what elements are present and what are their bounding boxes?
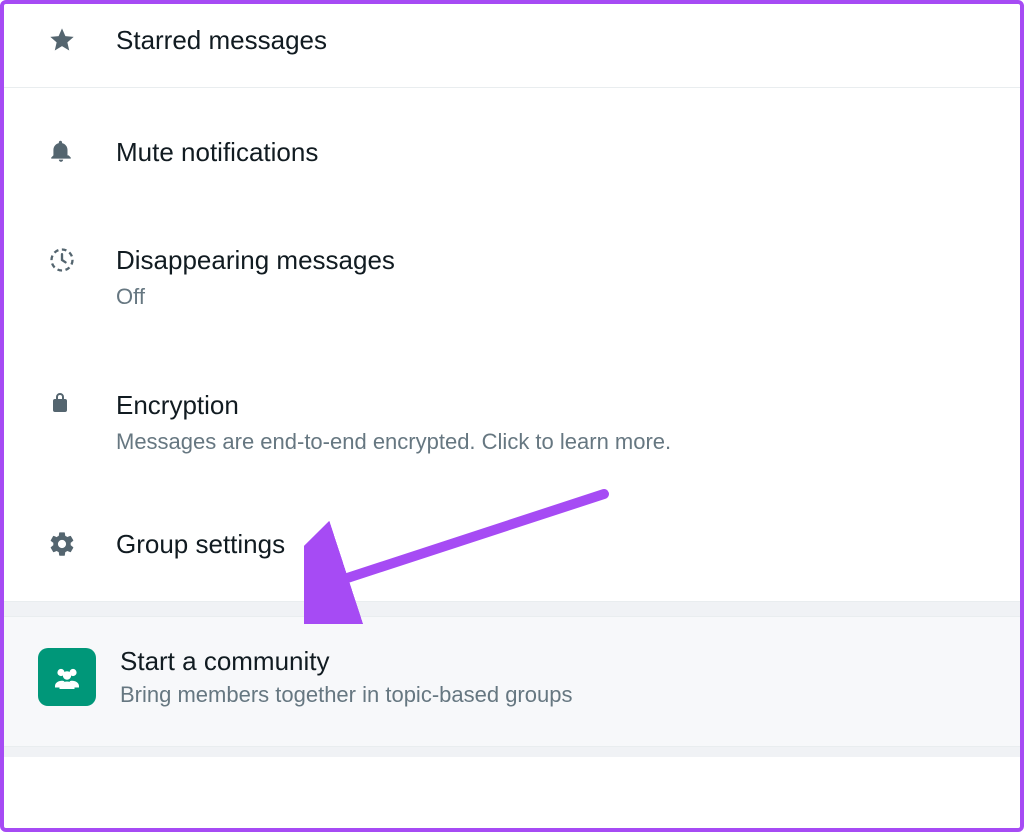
settings-panel: Starred messages Mute notifications Disa… xyxy=(0,0,1024,832)
gear-icon xyxy=(48,528,116,558)
disappearing-messages-value: Off xyxy=(116,283,990,312)
group-settings-label: Group settings xyxy=(116,528,990,561)
start-community-row[interactable]: Start a community Bring members together… xyxy=(4,617,1020,746)
bell-icon xyxy=(48,136,116,164)
mute-notifications-row[interactable]: Mute notifications xyxy=(4,88,1020,217)
encryption-label: Encryption xyxy=(116,389,990,422)
start-community-title: Start a community xyxy=(120,645,990,678)
starred-messages-row[interactable]: Starred messages xyxy=(4,4,1020,88)
section-divider xyxy=(4,601,1020,617)
starred-messages-label: Starred messages xyxy=(116,24,990,57)
bottom-divider xyxy=(4,746,1020,757)
star-icon xyxy=(48,24,116,54)
encryption-row[interactable]: Encryption Messages are end-to-end encry… xyxy=(4,361,1020,506)
timer-icon xyxy=(48,244,116,274)
lock-icon xyxy=(48,389,116,415)
encryption-description: Messages are end-to-end encrypted. Click… xyxy=(116,428,990,457)
settings-list: Starred messages Mute notifications Disa… xyxy=(4,4,1020,601)
disappearing-messages-label: Disappearing messages xyxy=(116,244,990,277)
mute-notifications-label: Mute notifications xyxy=(116,136,990,169)
community-icon xyxy=(38,648,96,706)
group-settings-row[interactable]: Group settings xyxy=(4,506,1020,601)
disappearing-messages-row[interactable]: Disappearing messages Off xyxy=(4,216,1020,361)
start-community-subtitle: Bring members together in topic-based gr… xyxy=(120,681,990,710)
